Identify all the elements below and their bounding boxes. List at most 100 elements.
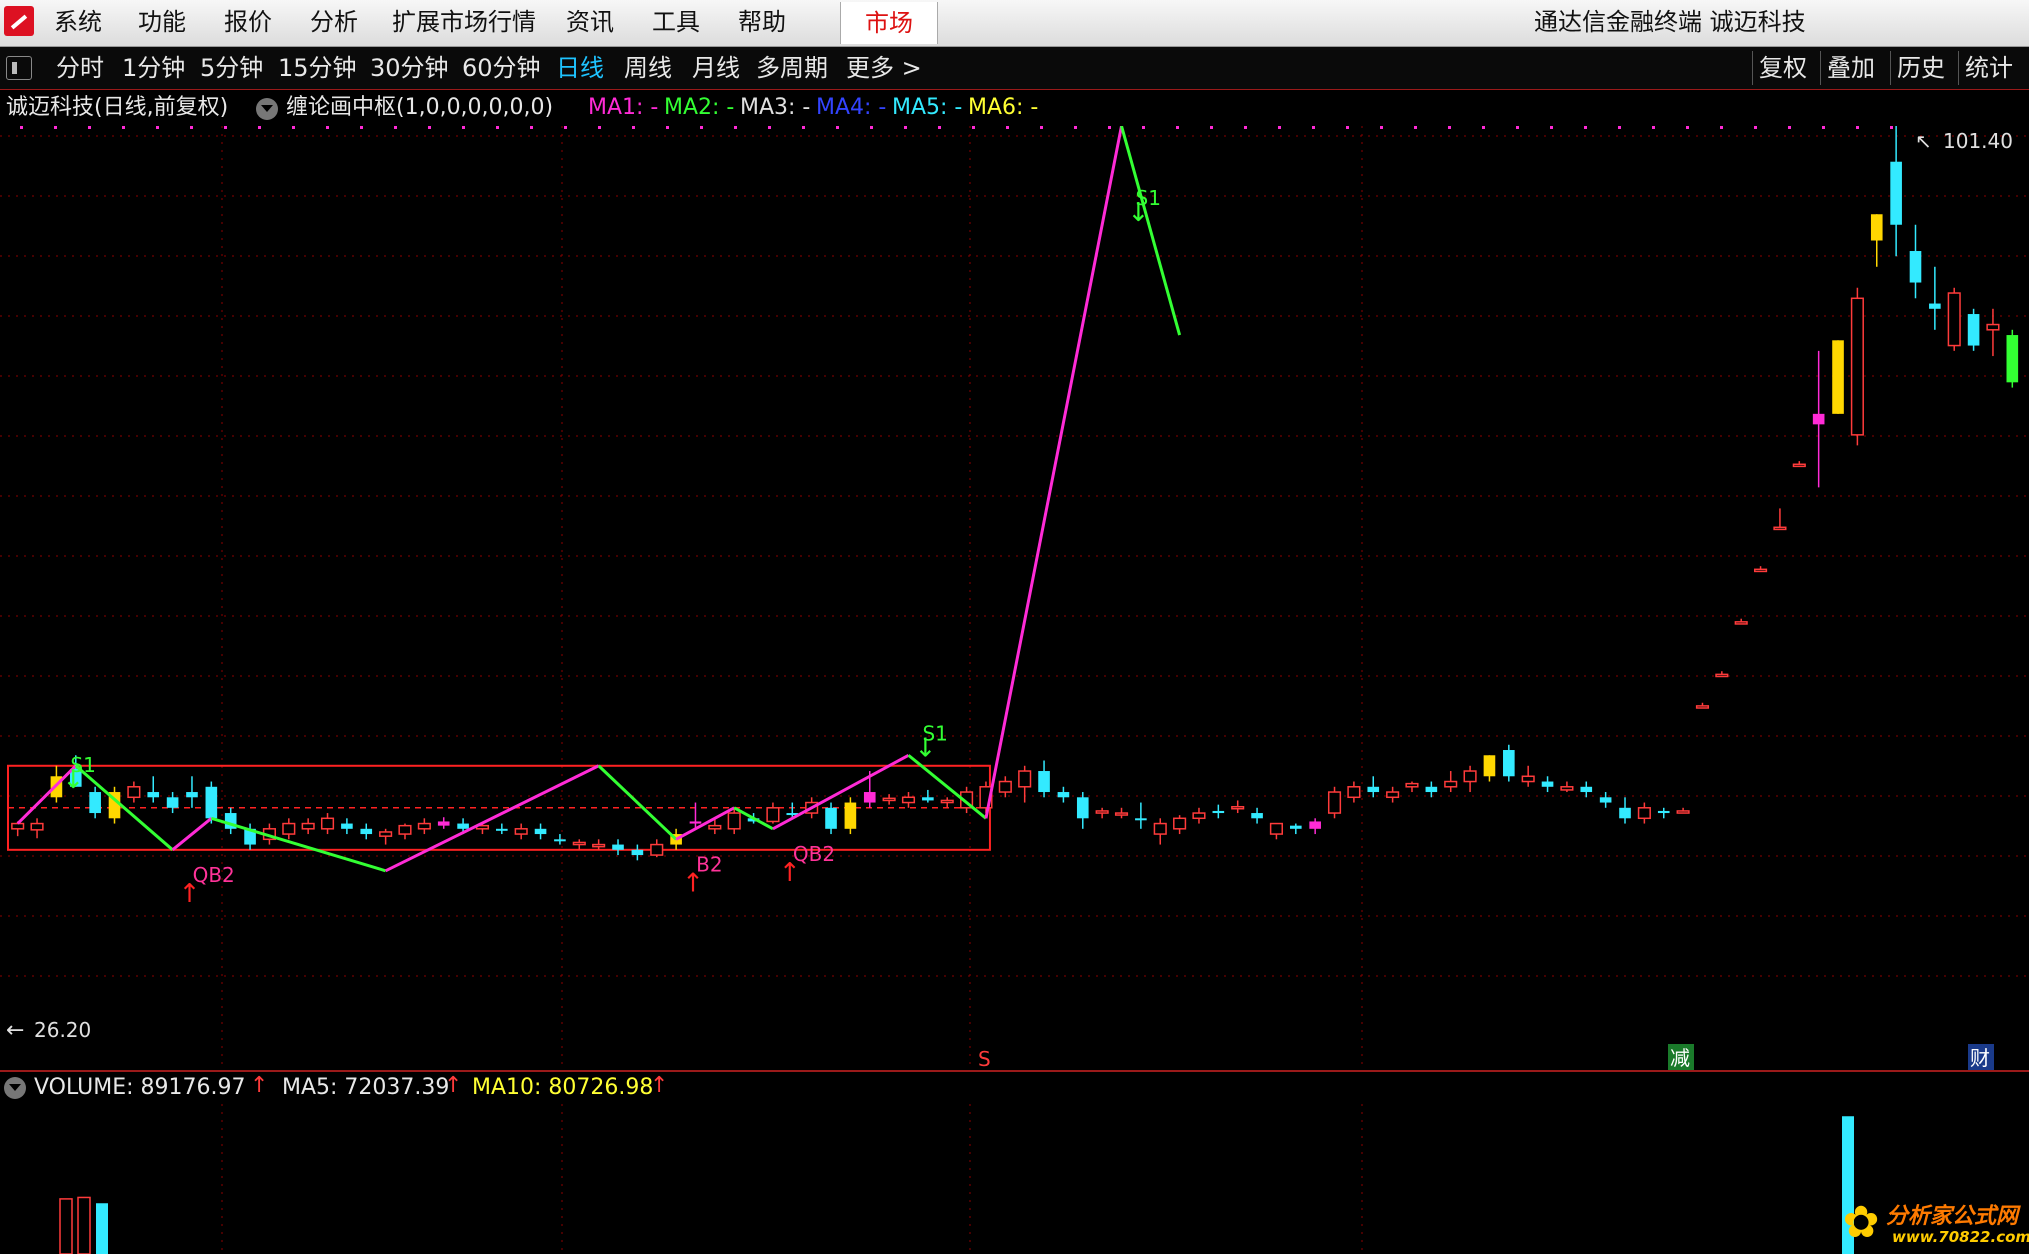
top-dot-marker	[904, 126, 907, 129]
candle	[1695, 702, 1710, 709]
top-dot-marker	[462, 126, 465, 129]
candle	[727, 807, 741, 835]
candle-body	[1057, 792, 1070, 798]
candle-body	[554, 839, 566, 842]
menu-analysis[interactable]: 分析	[310, 6, 358, 38]
top-dot-marker	[666, 126, 669, 129]
top-dot-marker	[972, 126, 975, 129]
app-logo-icon[interactable]	[4, 6, 34, 36]
candle	[1599, 792, 1612, 808]
period-15min[interactable]: 15分钟	[278, 53, 357, 83]
candle	[320, 813, 335, 835]
candle	[1890, 126, 1902, 257]
candle	[1018, 765, 1032, 803]
menu-market-tab[interactable]: 市场	[840, 2, 938, 44]
period-timeshare[interactable]: 分时	[56, 53, 104, 83]
menu-help[interactable]: 帮助	[738, 6, 786, 38]
indicator-name[interactable]: 缠论画中枢(1,0,0,0,0,0,0)	[286, 94, 553, 122]
candle	[998, 776, 1012, 798]
top-dot-marker	[1278, 126, 1281, 129]
top-dot-marker	[1516, 126, 1519, 129]
candle-body	[1967, 314, 1980, 346]
volume-dropdown-icon[interactable]	[4, 1077, 26, 1099]
candle-body	[457, 823, 469, 829]
period-more[interactable]: 更多 >	[846, 53, 922, 83]
candle	[1347, 781, 1361, 803]
candlestick-chart[interactable]: ↑QB2 ↑B2 ↑QB2↓S1↓S1↓S1 101.40 ↖ ← 26.20 S …	[0, 126, 2029, 1072]
candle-body	[1327, 791, 1342, 814]
candle-body	[2006, 335, 2019, 383]
top-dot-marker	[564, 126, 567, 129]
period-30min[interactable]: 30分钟	[370, 53, 449, 83]
period-60min[interactable]: 60分钟	[462, 53, 541, 83]
period-weekly[interactable]: 周线	[624, 53, 672, 83]
signal-marker: ↑QB2	[779, 842, 835, 888]
candle-body	[1038, 771, 1050, 793]
candle	[1135, 802, 1147, 829]
indicator-dropdown-icon[interactable]	[256, 98, 278, 120]
menu-bar: 系统 功能 报价 分析 扩展市场行情 资讯 工具 帮助 市场 通达信金融终端 诚…	[0, 0, 2029, 47]
candle-body	[1947, 292, 1961, 347]
candle	[282, 818, 296, 840]
candle	[1850, 287, 1864, 446]
bi-lines	[16, 126, 1182, 873]
top-dot-marker	[530, 126, 533, 129]
restore-rights-button[interactable]: 复权	[1752, 51, 1813, 85]
menu-tools[interactable]: 工具	[652, 6, 700, 38]
bi-segment	[907, 754, 987, 820]
candle-body	[1483, 755, 1496, 777]
pivot-zone	[7, 764, 991, 851]
candle-body	[186, 792, 198, 798]
statistics-button[interactable]: 统计	[1958, 51, 2019, 85]
candle-body	[1192, 812, 1206, 820]
top-dot-marker	[258, 126, 261, 129]
candle	[1269, 822, 1283, 840]
top-dot-marker	[1652, 126, 1655, 129]
candle-body	[1599, 797, 1612, 803]
volume-grid	[221, 1104, 1363, 1254]
period-1min[interactable]: 1分钟	[122, 53, 185, 83]
menu-system[interactable]: 系统	[54, 6, 102, 38]
period-5min[interactable]: 5分钟	[200, 53, 263, 83]
ma3-value: MA3: -	[740, 95, 811, 120]
overlay-button[interactable]: 叠加	[1820, 51, 1881, 85]
high-price-label: 101.40	[1943, 129, 2013, 153]
volume-bars	[59, 1116, 1854, 1254]
top-dot-marker	[1312, 126, 1315, 129]
bi-segment	[675, 806, 735, 841]
menu-news[interactable]: 资讯	[566, 6, 614, 38]
top-dot-marker	[1686, 126, 1689, 129]
volume-chart[interactable]	[0, 1104, 2029, 1254]
candle-body	[631, 849, 644, 856]
period-daily[interactable]: 日线	[556, 53, 604, 83]
top-dot-marker	[1142, 126, 1145, 129]
period-monthly[interactable]: 月线	[692, 53, 740, 83]
candle-body	[1251, 813, 1263, 819]
candle	[224, 807, 237, 835]
candle-body	[1676, 810, 1690, 814]
menu-quote[interactable]: 报价	[224, 6, 272, 38]
bi-segment	[597, 764, 678, 841]
signal-marker: ↓S1	[1128, 186, 1161, 228]
candle-body	[1870, 214, 1883, 241]
candle-body	[689, 821, 702, 824]
candle	[360, 823, 373, 840]
candle-body	[1773, 526, 1787, 531]
candle-body	[1657, 810, 1670, 814]
candle-body	[1018, 770, 1032, 788]
candle	[496, 823, 508, 835]
period-multi[interactable]: 多周期	[756, 53, 828, 83]
history-button[interactable]: 历史	[1890, 51, 1951, 85]
candle	[1463, 765, 1477, 793]
low-arrow-icon: ←	[6, 1018, 24, 1043]
candle	[1114, 807, 1129, 819]
candle	[1580, 781, 1593, 798]
candle	[1619, 797, 1631, 824]
menu-extended-market[interactable]: 扩展市场行情	[392, 6, 536, 38]
candle-body	[1503, 750, 1515, 777]
candle	[1483, 755, 1496, 782]
sidebar-toggle-icon[interactable]	[6, 56, 32, 80]
menu-function[interactable]: 功能	[138, 6, 186, 38]
candle-body	[11, 822, 25, 830]
top-dot-marker	[1550, 126, 1553, 129]
